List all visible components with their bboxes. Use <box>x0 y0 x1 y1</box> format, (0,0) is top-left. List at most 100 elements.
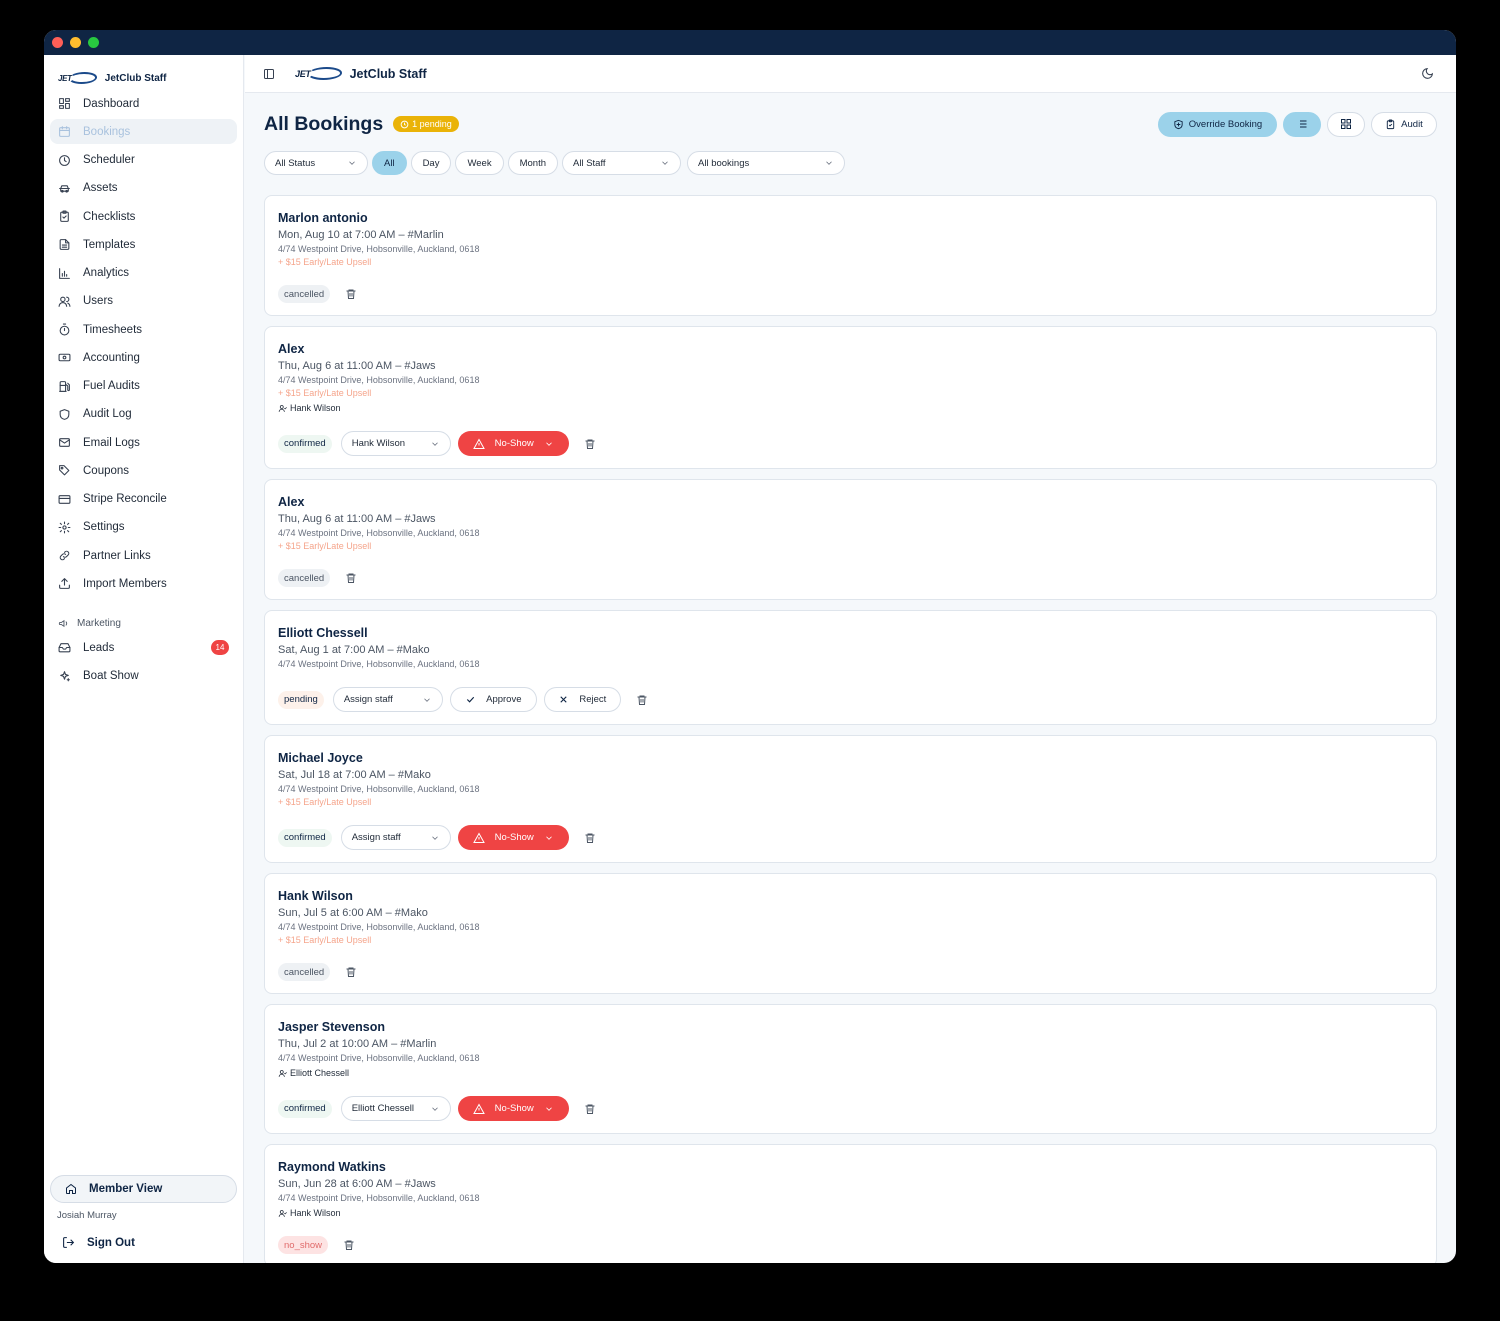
member-view-button[interactable]: Member View <box>50 1175 237 1203</box>
audit-button[interactable]: Audit <box>1371 111 1437 137</box>
staff-filter-select[interactable]: All Staff <box>562 151 681 175</box>
booking-card[interactable]: Alex Thu, Aug 6 at 11:00 AM – #Jaws 4/74 W… <box>264 326 1437 469</box>
bar-chart-icon <box>58 267 71 280</box>
booking-actions: no_show <box>278 1236 1423 1254</box>
list-view-button[interactable] <box>1283 111 1321 137</box>
customer-name: Alex <box>278 495 305 509</box>
sidebar-item-import-members[interactable]: Import Members <box>50 571 237 596</box>
grid-view-button[interactable] <box>1327 111 1365 137</box>
booking-card[interactable]: Marlon antonio Mon, Aug 10 at 7:00 AM – #… <box>264 195 1437 316</box>
marketing-section-label: Marketing <box>44 618 243 629</box>
sidebar-item-scheduler[interactable]: Scheduler <box>50 148 237 173</box>
sidebar-item-coupons[interactable]: Coupons <box>50 458 237 483</box>
sign-out-button[interactable]: Sign Out <box>62 1236 135 1249</box>
trash-icon[interactable] <box>345 572 357 584</box>
sidebar-item-timesheets[interactable]: Timesheets <box>50 317 237 342</box>
close-window-button[interactable] <box>52 37 63 48</box>
trash-icon[interactable] <box>345 288 357 300</box>
maximize-window-button[interactable] <box>88 37 99 48</box>
current-user-name: Josiah Murray <box>57 1210 117 1221</box>
booking-card[interactable]: Alex Thu, Aug 6 at 11:00 AM – #Jaws 4/74 W… <box>264 479 1437 600</box>
range-chip-all[interactable]: All <box>372 151 407 175</box>
booking-card[interactable]: Michael Joyce Sat, Jul 18 at 7:00 AM – #M… <box>264 735 1437 863</box>
sidebar-item-label: Email Logs <box>83 436 140 449</box>
sidebar-item-label: Checklists <box>83 210 136 223</box>
assign-staff-select[interactable]: Assign staff <box>332 687 443 712</box>
chevron-down-icon <box>430 833 440 843</box>
assign-staff-select[interactable]: Hank Wilson <box>340 431 451 456</box>
sidebar-item-assets[interactable]: Assets <box>50 176 237 201</box>
booking-datetime: Thu, Aug 6 at 11:00 AM – #Jaws <box>278 513 436 525</box>
range-chip-day[interactable]: Day <box>410 151 452 175</box>
no-show-button[interactable]: No-Show <box>457 431 569 456</box>
sidebar-item-fuel-audits[interactable]: Fuel Audits <box>50 374 237 399</box>
sidebar-brand[interactable]: JET JetClub Staff <box>44 55 243 91</box>
jetclub-logo: JET <box>295 67 344 80</box>
status-filter-select[interactable]: All Status <box>264 151 368 175</box>
sidebar-item-templates[interactable]: Templates <box>50 232 237 257</box>
page-header: All Bookings 1 pending Override Booking <box>264 93 1437 155</box>
assign-staff-select[interactable]: Elliott Chessell <box>340 1096 451 1121</box>
sidebar-item-users[interactable]: Users <box>50 289 237 314</box>
trash-icon[interactable] <box>345 966 357 978</box>
booking-datetime: Sun, Jul 5 at 6:00 AM – #Mako <box>278 907 428 919</box>
sidebar-item-label: Accounting <box>83 351 140 364</box>
sidebar-item-label: Partner Links <box>83 549 151 562</box>
booking-card[interactable]: Raymond Watkins Sun, Jun 28 at 6:00 AM – … <box>264 1144 1437 1263</box>
sidebar-item-bookings[interactable]: Bookings <box>50 119 237 145</box>
trash-icon[interactable] <box>584 832 596 844</box>
bookings-filter-select[interactable]: All bookings <box>687 151 845 175</box>
sidebar-item-dashboard[interactable]: Dashboard <box>50 91 237 116</box>
alert-triangle-icon <box>472 437 485 450</box>
chevron-down-icon <box>824 158 834 168</box>
booking-card[interactable]: Elliott Chessell Sat, Aug 1 at 7:00 AM – … <box>264 610 1437 725</box>
sidebar-item-audit-log[interactable]: Audit Log <box>50 402 237 427</box>
booking-card[interactable]: Jasper Stevenson Thu, Jul 2 at 10:00 AM –… <box>264 1004 1437 1134</box>
reject-button[interactable]: Reject <box>543 687 621 712</box>
no-show-button[interactable]: No-Show <box>457 825 569 850</box>
sidebar-item-analytics[interactable]: Analytics <box>50 261 237 286</box>
trash-icon[interactable] <box>584 438 596 450</box>
override-booking-button[interactable]: Override Booking <box>1158 111 1277 137</box>
trash-icon[interactable] <box>343 1239 355 1251</box>
sidebar-item-boat-show[interactable]: Boat Show <box>50 664 237 689</box>
sidebar-item-leads[interactable]: Leads 14 <box>50 635 237 660</box>
range-chip-week[interactable]: Week <box>455 151 504 175</box>
sidebar-item-email-logs[interactable]: Email Logs <box>50 430 237 455</box>
sidebar-item-partner-links[interactable]: Partner Links <box>50 543 237 568</box>
assign-staff-select[interactable]: Assign staff <box>340 825 451 850</box>
booking-address: 4/74 Westpoint Drive, Hobsonville, Auckl… <box>278 659 480 669</box>
sidebar-item-stripe-reconcile[interactable]: Stripe Reconcile <box>50 487 237 512</box>
x-icon <box>558 694 569 705</box>
sidebar-item-settings[interactable]: Settings <box>50 515 237 540</box>
sidebar-item-accounting[interactable]: Accounting <box>50 345 237 370</box>
trash-icon[interactable] <box>584 1103 596 1115</box>
upload-icon <box>58 577 71 590</box>
credit-card-icon <box>58 493 71 506</box>
chevron-down-icon <box>544 1104 554 1114</box>
booking-address: 4/74 Westpoint Drive, Hobsonville, Auckl… <box>278 1053 480 1063</box>
sparkles-icon <box>58 670 71 683</box>
sidebar-item-label: Bookings <box>83 125 131 138</box>
booking-address: 4/74 Westpoint Drive, Hobsonville, Auckl… <box>278 922 480 932</box>
moon-icon[interactable] <box>1421 67 1434 80</box>
user-check-icon <box>278 1069 287 1078</box>
approve-button[interactable]: Approve <box>449 687 537 712</box>
no-show-button[interactable]: No-Show <box>457 1096 569 1121</box>
sidebar-toggle-icon[interactable] <box>263 68 275 80</box>
range-chip-month[interactable]: Month <box>507 151 558 175</box>
chevron-down-icon <box>544 439 554 449</box>
booking-actions: confirmed Hank Wilson No-Show <box>278 431 1423 456</box>
minimize-window-button[interactable] <box>70 37 81 48</box>
status-badge: cancelled <box>278 569 331 587</box>
booking-card[interactable]: Hank Wilson Sun, Jul 5 at 6:00 AM – #Mako… <box>264 873 1437 994</box>
booking-datetime: Thu, Jul 2 at 10:00 AM – #Marlin <box>278 1038 437 1050</box>
sidebar: JET JetClub Staff Dashboard Bookings Sched… <box>44 55 244 1263</box>
sidebar-item-checklists[interactable]: Checklists <box>50 204 237 229</box>
trash-icon[interactable] <box>636 694 648 706</box>
app-window: JET JetClub Staff Dashboard Bookings Sched… <box>44 30 1456 1263</box>
status-badge: no_show <box>278 1236 329 1254</box>
topbar-brand-name: JetClub Staff <box>349 66 427 81</box>
clipboard-icon <box>1385 118 1396 130</box>
leads-count-badge: 14 <box>211 640 229 656</box>
